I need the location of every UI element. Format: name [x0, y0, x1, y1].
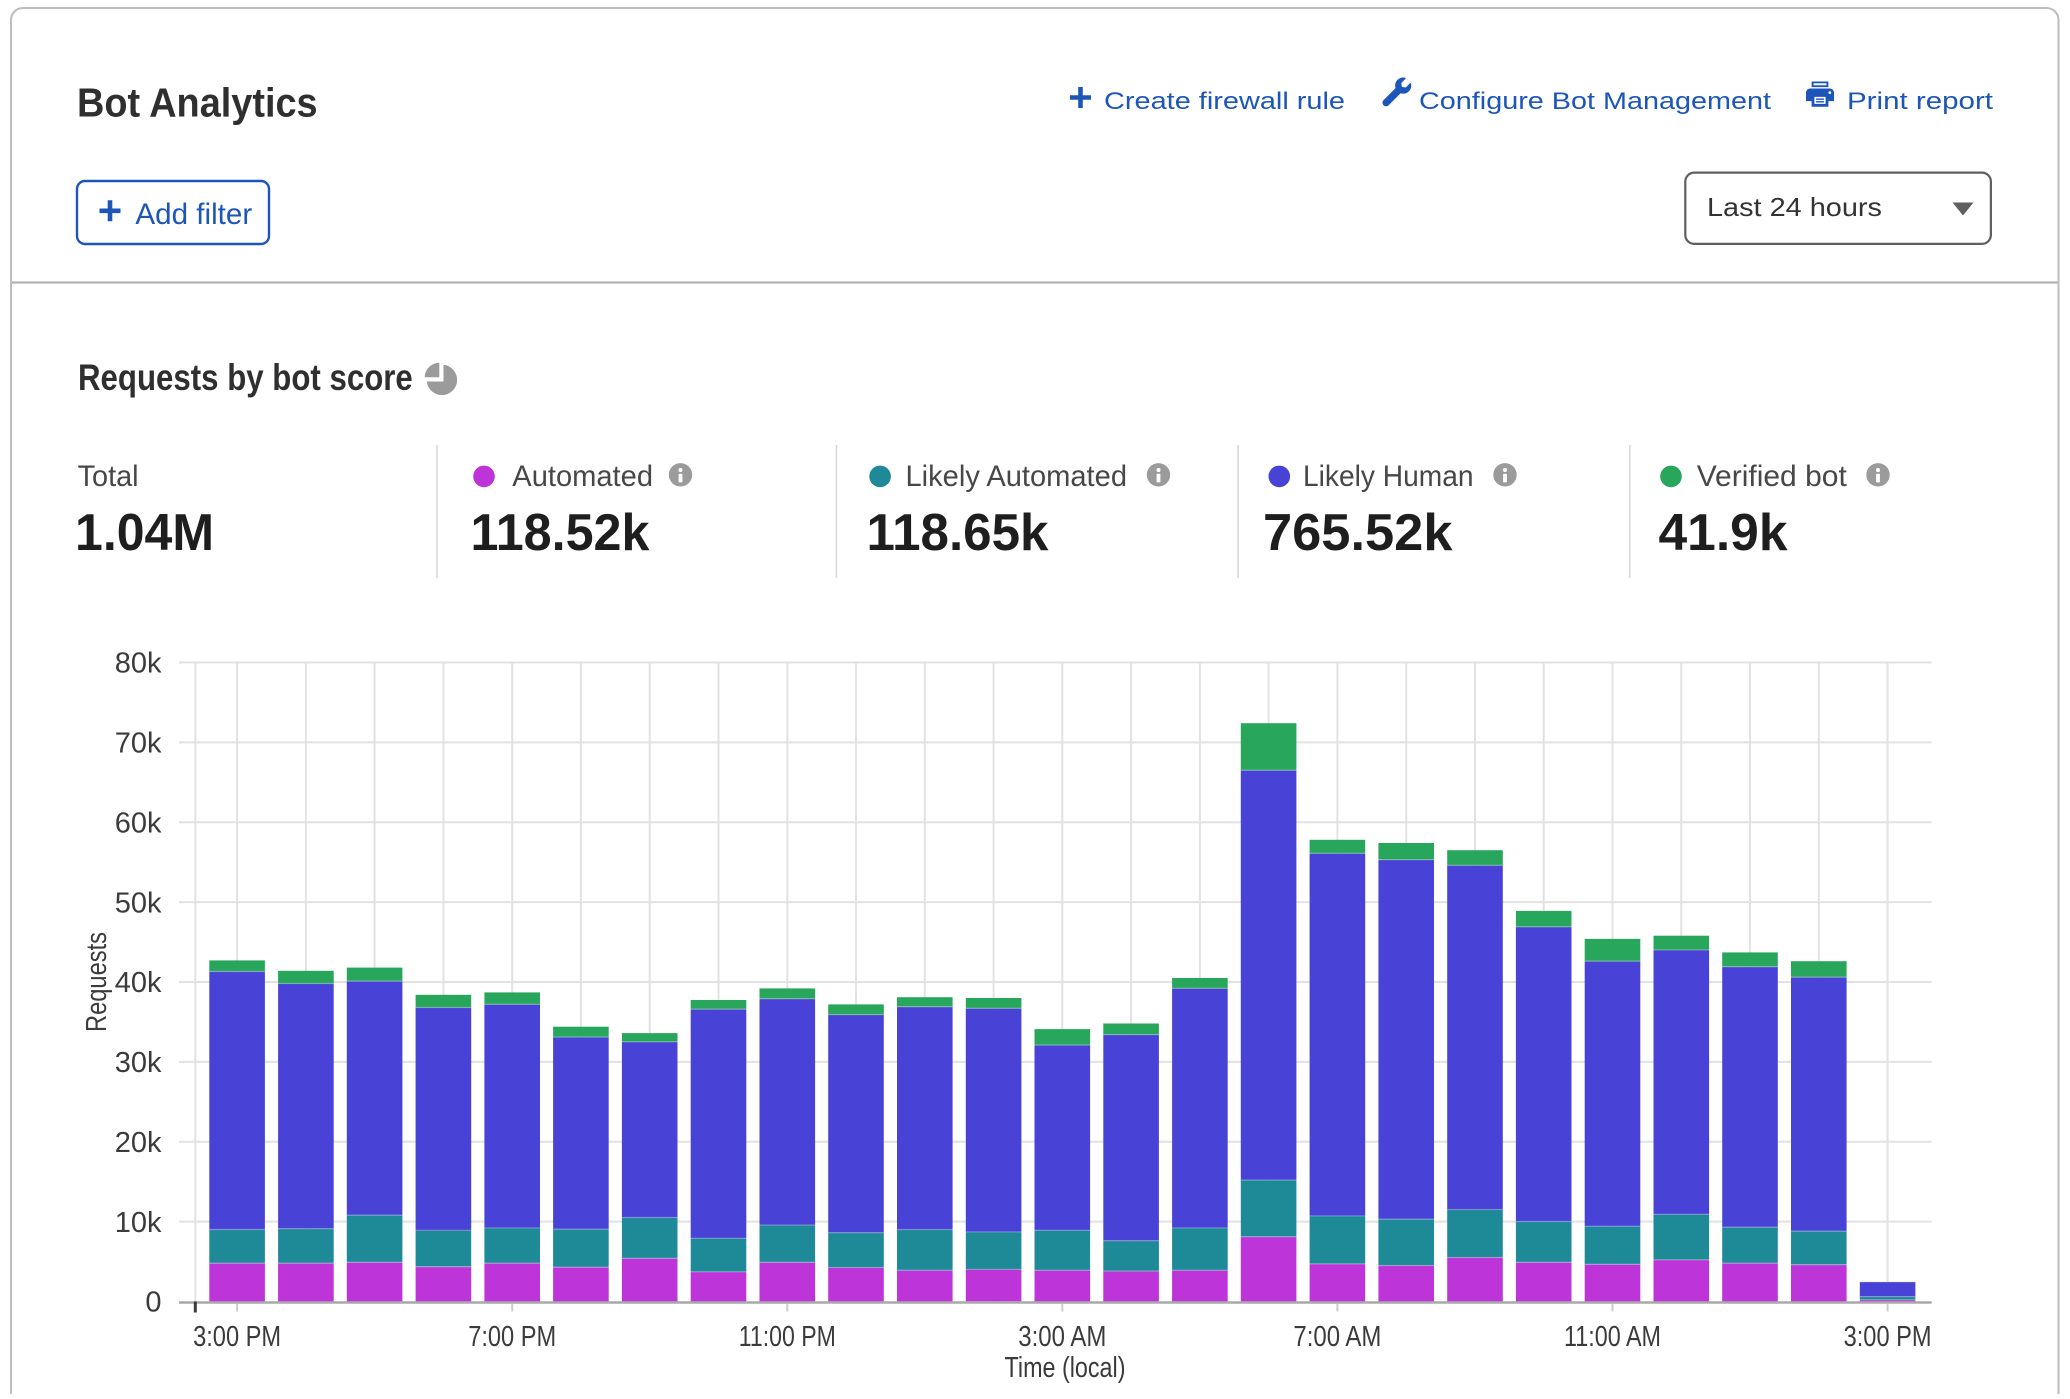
svg-text:41.9k: 41.9k — [1659, 504, 1788, 562]
svg-text:1.04M: 1.04M — [75, 504, 214, 562]
svg-text:Last 24 hours: Last 24 hours — [1707, 192, 1882, 222]
svg-text:50k: 50k — [115, 887, 162, 919]
svg-text:20k: 20k — [115, 1127, 162, 1159]
svg-text:80k: 80k — [115, 648, 162, 680]
svg-text:Automated: Automated — [512, 460, 653, 493]
svg-text:11:00 AM: 11:00 AM — [1564, 1321, 1661, 1353]
svg-text:30k: 30k — [115, 1047, 162, 1079]
svg-text:765.52k: 765.52k — [1263, 504, 1453, 562]
svg-text:Add filter: Add filter — [135, 198, 252, 231]
svg-text:70k: 70k — [115, 728, 162, 760]
svg-text:Total: Total — [78, 460, 139, 493]
svg-text:10k: 10k — [115, 1207, 162, 1239]
svg-text:Configure Bot Management: Configure Bot Management — [1419, 88, 1771, 115]
svg-text:118.65k: 118.65k — [867, 504, 1049, 562]
svg-text:Time (local): Time (local) — [1005, 1352, 1126, 1384]
svg-text:60k: 60k — [115, 807, 162, 839]
svg-text:7:00 AM: 7:00 AM — [1293, 1321, 1381, 1353]
svg-text:3:00 AM: 3:00 AM — [1018, 1321, 1106, 1353]
svg-text:Requests: Requests — [81, 932, 113, 1032]
svg-text:3:00 PM: 3:00 PM — [1844, 1321, 1932, 1353]
svg-text:Likely Human: Likely Human — [1303, 460, 1474, 493]
svg-text:3:00 PM: 3:00 PM — [193, 1321, 281, 1353]
svg-text:Requests by bot score: Requests by bot score — [78, 357, 413, 398]
svg-text:Create firewall rule: Create firewall rule — [1104, 88, 1345, 115]
svg-text:118.52k: 118.52k — [471, 504, 650, 562]
svg-text:Verified bot: Verified bot — [1697, 460, 1848, 493]
svg-text:Print report: Print report — [1847, 88, 1993, 115]
svg-text:Likely Automated: Likely Automated — [906, 460, 1128, 493]
svg-text:7:00 PM: 7:00 PM — [468, 1321, 556, 1353]
svg-text:0: 0 — [145, 1287, 161, 1319]
svg-text:11:00 PM: 11:00 PM — [739, 1321, 836, 1353]
svg-text:40k: 40k — [115, 967, 162, 999]
svg-text:Bot Analytics: Bot Analytics — [77, 80, 318, 126]
